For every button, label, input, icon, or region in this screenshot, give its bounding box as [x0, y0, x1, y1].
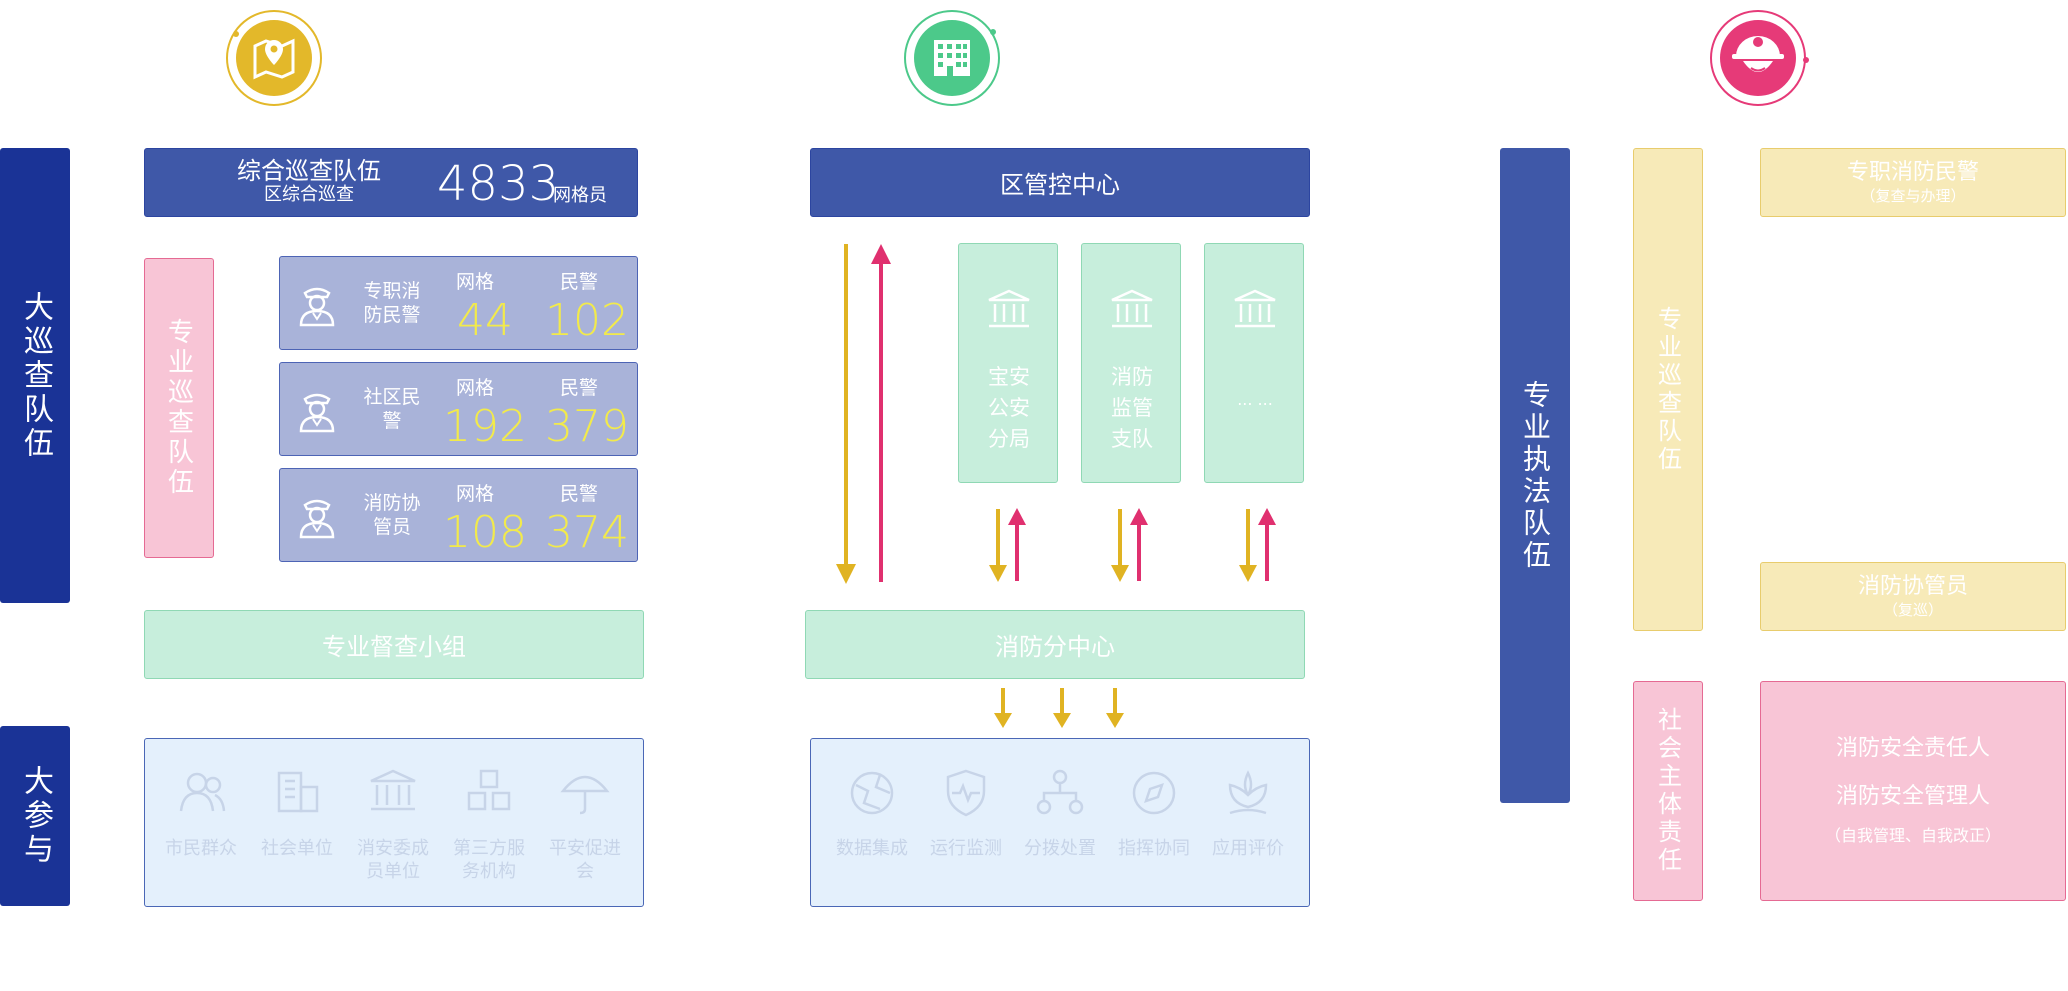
unit-box: ... ... — [1204, 243, 1304, 483]
globe-item: 数据集成 — [825, 739, 919, 906]
police-icon — [294, 387, 340, 437]
function-label: 运行监测 — [930, 838, 1002, 859]
lotus-icon — [1222, 767, 1274, 823]
zonghe-count: 4833 — [437, 156, 560, 212]
sub-center-arrows — [994, 688, 1124, 728]
grid-value: 108 — [443, 507, 527, 558]
participant-label: 平安促进会 — [549, 838, 621, 882]
blocks-item: 第三方服务机构 — [441, 739, 537, 906]
network-item: 分拨处置 — [1013, 739, 1107, 906]
center-arrows — [836, 244, 891, 584]
zhuanzhi-minjing-box: 专职消防民警 （复查与办理） — [1760, 148, 2066, 217]
unit-label: 消防监管支队 — [1111, 365, 1153, 451]
anquan-zeren-box: 消防安全责任人 消防安全管理人 （自我管理、自我改正） — [1760, 681, 2066, 901]
police-card: 专职消防民警 网格 44 民警 102 — [279, 256, 638, 350]
zhuanye-xuncha-right: 专业巡查队伍 — [1633, 148, 1703, 631]
bank-icon — [985, 288, 1033, 334]
bank-icon — [1108, 288, 1156, 334]
participant-label: 市民群众 — [165, 838, 237, 859]
xieguanyuan-box: 消防协管员 （复巡） — [1760, 562, 2066, 631]
grid-label: 网格 — [456, 483, 495, 505]
zeren-line2: 消防安全管理人 — [1835, 784, 1990, 809]
umbrella-icon — [559, 767, 611, 823]
minjing-sub: （复查与办理） — [1860, 186, 1966, 205]
globe-icon — [846, 767, 898, 823]
da-canyu-label: 大参与 — [0, 726, 70, 906]
police-value: 379 — [545, 401, 629, 452]
bank-item: 消安委成员单位 — [345, 739, 441, 906]
network-icon — [1034, 767, 1086, 823]
zonghe-title: 综合巡查队伍 — [237, 157, 381, 185]
zhuanye-xuncha-left: 专业巡查队伍 — [144, 258, 214, 558]
company-item: 社会单位 — [249, 739, 345, 906]
firefighter-helmet-icon — [1706, 6, 1810, 110]
xieguan-sub: （复巡） — [1882, 600, 1943, 619]
map-pin-icon — [222, 6, 326, 110]
qu-guankong-center: 区管控中心 — [810, 148, 1310, 217]
shield-pulse-icon — [940, 767, 992, 823]
bank-icon — [367, 767, 419, 823]
compass-icon — [1128, 767, 1180, 823]
grid-label: 网格 — [456, 377, 495, 399]
zhuanye-zhifa-label: 专业执法队伍 — [1500, 148, 1570, 803]
minjing-title: 专职消防民警 — [1846, 159, 1979, 185]
card-name: 消防协管员 — [363, 492, 421, 538]
grid-value: 192 — [443, 401, 527, 452]
participants-panel: 市民群众 社会单位 消安委成员单位 第三方服务机构 平安促进会 — [144, 738, 644, 907]
police-icon — [294, 493, 340, 543]
xieguan-title: 消防协管员 — [1857, 573, 1968, 599]
compass-item: 指挥协同 — [1107, 739, 1201, 906]
people-item: 市民群众 — [153, 739, 249, 906]
unit-label: ... ... — [1237, 390, 1273, 409]
card-name: 社区民警 — [363, 386, 421, 432]
unit-label: 宝安公安分局 — [988, 365, 1030, 451]
bank-icon — [1231, 288, 1279, 334]
xiaofang-fen-center: 消防分中心 — [805, 610, 1305, 679]
company-icon — [271, 767, 323, 823]
shehui-zhuti-label: 社会主体责任 — [1633, 681, 1703, 901]
grid-value: 44 — [457, 295, 513, 346]
participant-label: 第三方服务机构 — [453, 838, 525, 882]
blocks-icon — [463, 767, 515, 823]
police-label: 民警 — [560, 377, 599, 399]
functions-panel: 数据集成 运行监测 分拨处置 指挥协同 应用评价 — [810, 738, 1310, 907]
zhuanye-ducha-box: 专业督查小组 — [144, 610, 644, 679]
participant-label: 消安委成员单位 — [357, 838, 429, 882]
lotus-item: 应用评价 — [1201, 739, 1295, 906]
da-xuncha-label: 大巡查队伍 — [0, 148, 70, 603]
zeren-line3: （自我管理、自我改正） — [1824, 826, 2001, 845]
unit-box: 消防监管支队 — [1081, 243, 1181, 483]
function-label: 分拨处置 — [1024, 838, 1096, 859]
police-label: 民警 — [560, 483, 599, 505]
function-label: 数据集成 — [836, 838, 908, 859]
unit-box: 宝安公安分局 — [958, 243, 1058, 483]
participant-label: 社会单位 — [261, 838, 333, 859]
unit-arrows — [989, 508, 1276, 582]
police-value: 102 — [545, 295, 629, 346]
people-icon — [175, 767, 227, 823]
zeren-line1: 消防安全责任人 — [1835, 736, 1990, 761]
police-card: 消防协管员 网格 108 民警 374 — [279, 468, 638, 562]
police-label: 民警 — [560, 271, 599, 293]
building-icon — [900, 6, 1004, 110]
police-value: 374 — [545, 507, 629, 558]
umbrella-item: 平安促进会 — [537, 739, 633, 906]
zonghe-xuncha-box: 综合巡查队伍 区综合巡查 4833 网格员 — [144, 148, 638, 217]
zonghe-subtitle: 区综合巡查 — [264, 184, 354, 205]
police-card: 社区民警 网格 192 民警 379 — [279, 362, 638, 456]
grid-label: 网格 — [456, 271, 495, 293]
card-name: 专职消防民警 — [363, 280, 421, 326]
police-icon — [294, 281, 340, 331]
shield-pulse-item: 运行监测 — [919, 739, 1013, 906]
function-label: 指挥协同 — [1118, 838, 1190, 859]
function-label: 应用评价 — [1212, 838, 1284, 859]
zonghe-unit: 网格员 — [553, 185, 607, 206]
